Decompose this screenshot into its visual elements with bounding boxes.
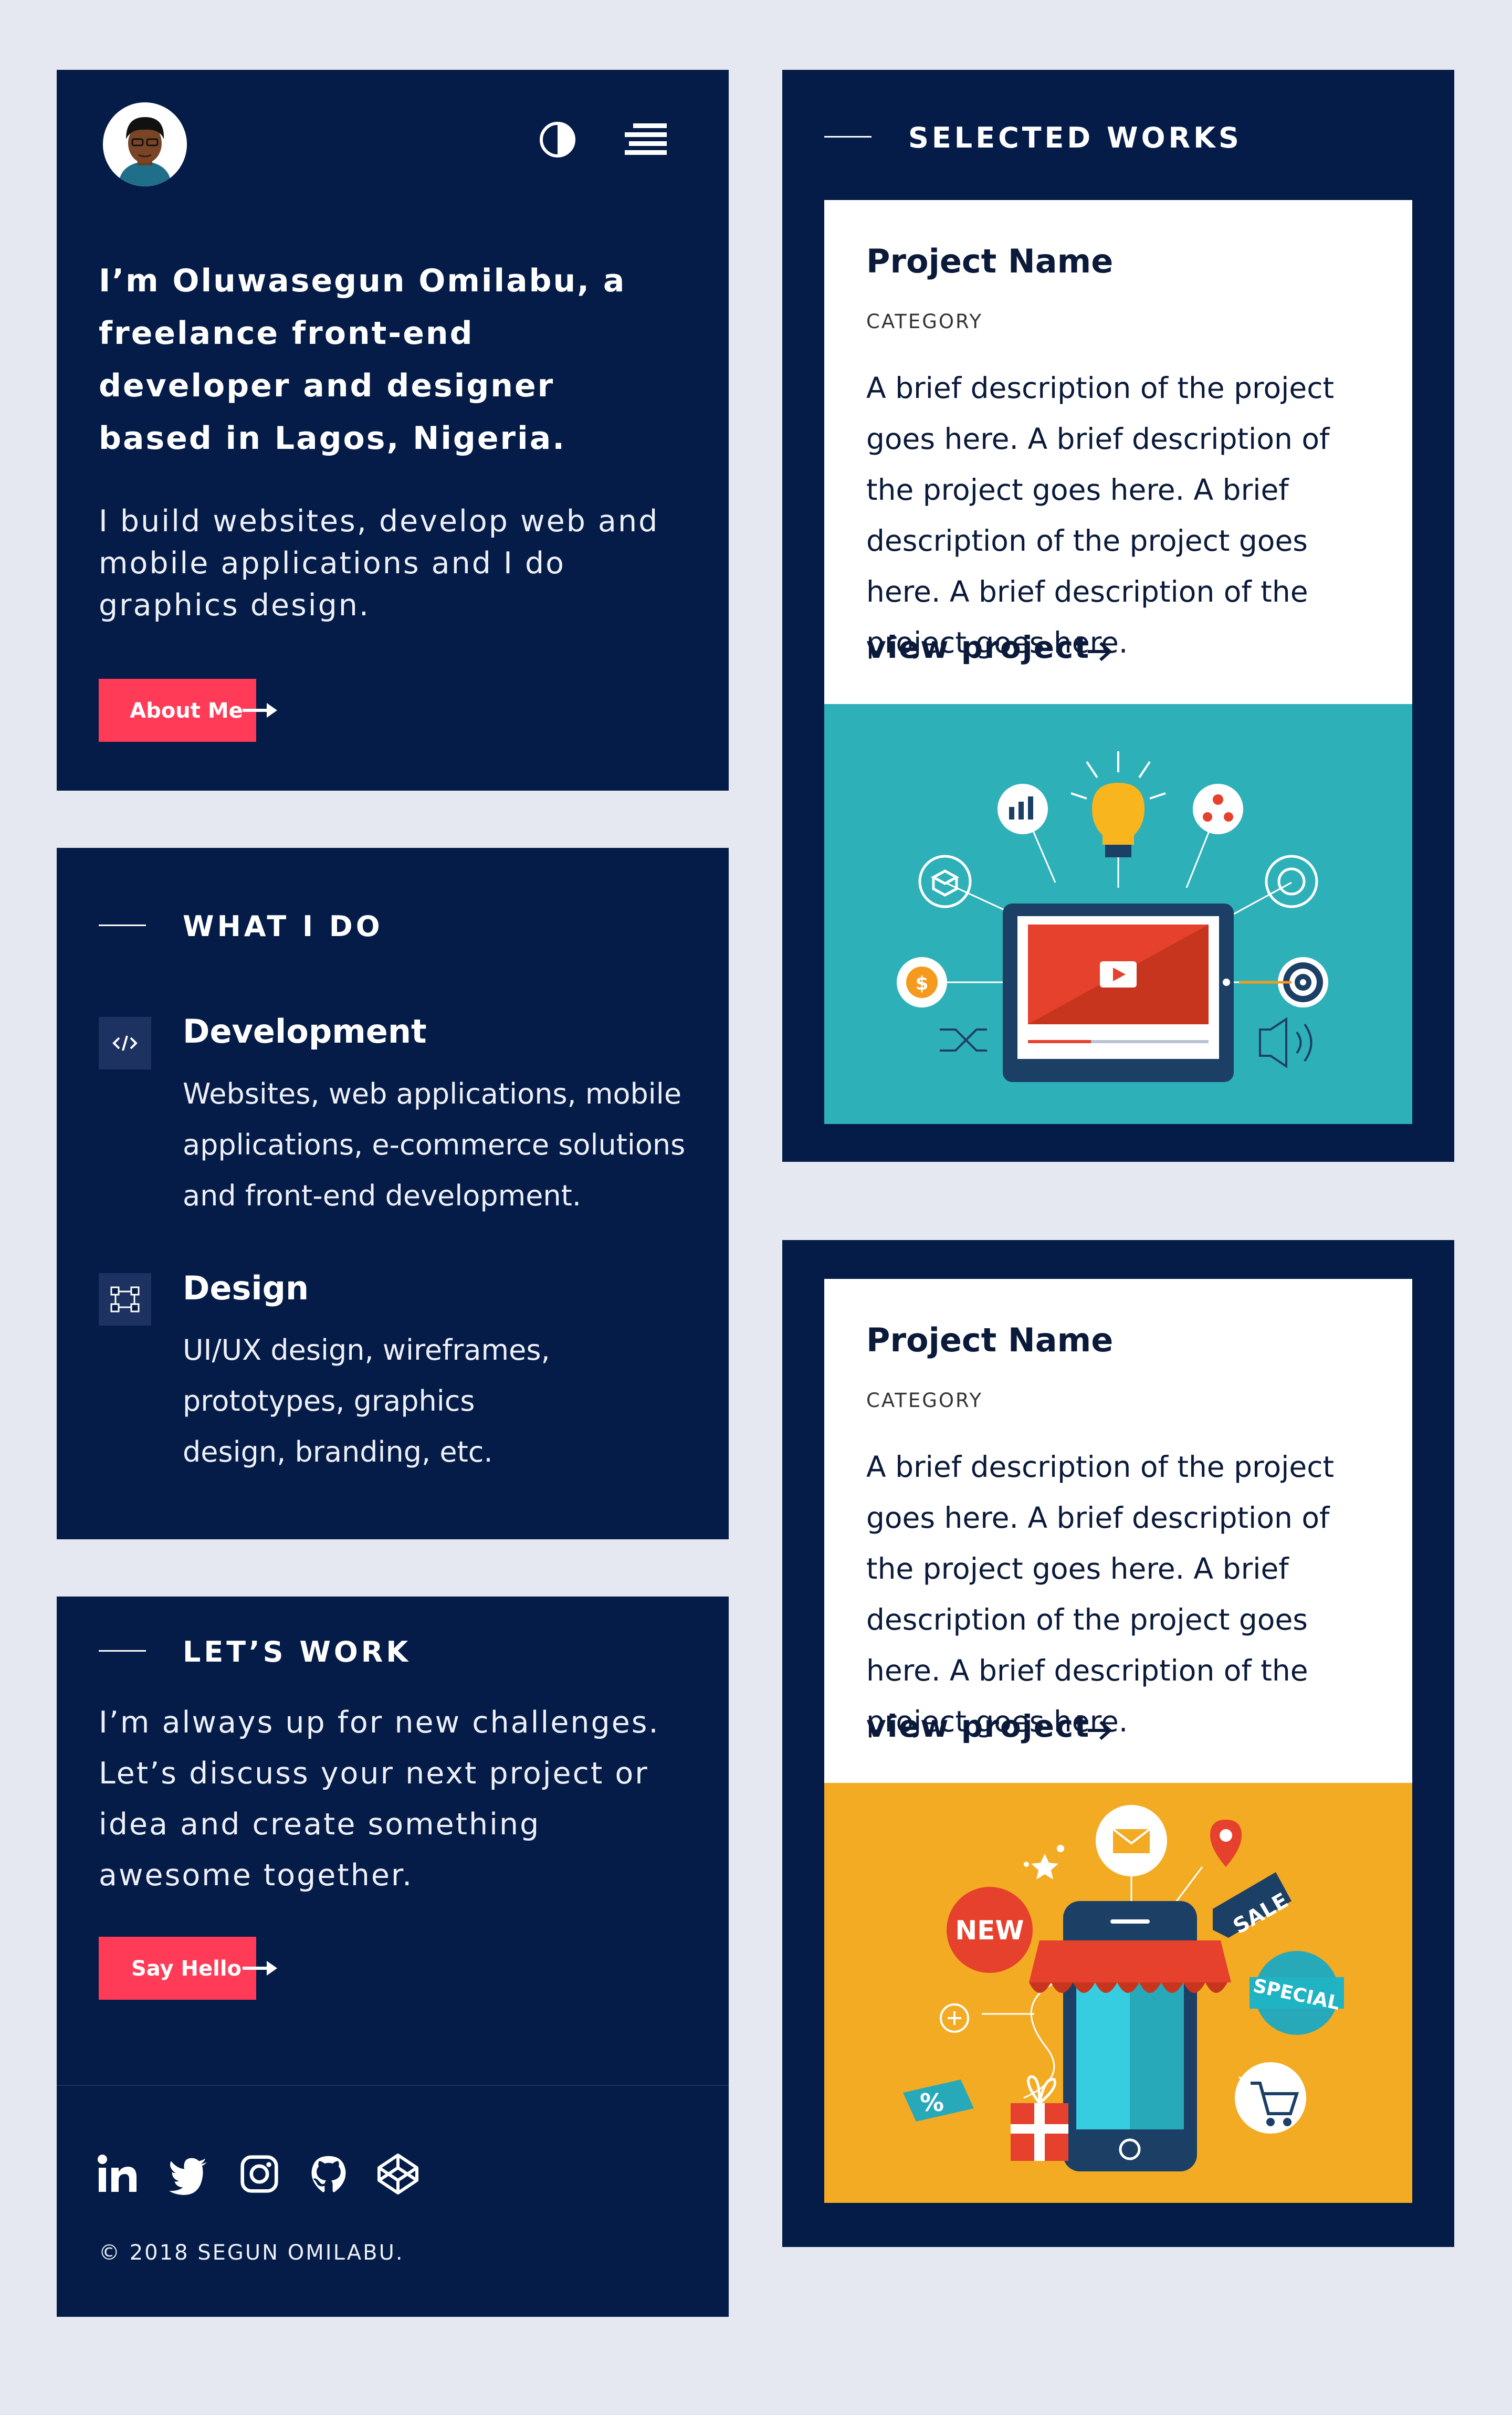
contrast-toggle-icon[interactable]	[539, 121, 576, 159]
section-title: SELECTED WORKS	[908, 121, 1242, 154]
lets-work-text: I’m always up for new challenges. Let’s …	[99, 1705, 660, 1893]
avatar[interactable]	[103, 102, 187, 186]
say-hello-label: Say Hello	[131, 1957, 242, 1981]
section-title: WHAT I DO	[183, 910, 383, 943]
twitter-icon[interactable]	[168, 2153, 208, 2195]
code-icon	[99, 1017, 151, 1069]
section-title: LET’S WORK	[183, 1635, 412, 1668]
say-hello-button[interactable]: Say Hello	[99, 1937, 256, 2000]
svg-text:$: $	[915, 973, 928, 994]
section-rule	[99, 925, 146, 926]
service-description-development: Websites, web applications, mobile appli…	[183, 1077, 686, 1212]
intro-text: I build websites, develop web and mobile…	[99, 504, 659, 623]
project-card: Project Name CATEGORY A brief descriptio…	[824, 200, 1412, 1124]
digital-marketing-illustration: $	[824, 704, 1412, 1124]
lets-work-panel: LET’S WORK I’m always up for new challen…	[57, 1597, 729, 2317]
github-icon[interactable]	[309, 2153, 349, 2195]
what-i-do-panel: WHAT I DO Development Websites, web appl…	[57, 848, 729, 1539]
menu-icon[interactable]	[625, 122, 667, 156]
codepen-icon[interactable]	[377, 2153, 419, 2195]
instagram-icon[interactable]	[239, 2153, 279, 2195]
service-description-design: UI/UX design, wireframes, prototypes, gr…	[183, 1334, 550, 1468]
selected-works-panel-2: Project Name CATEGORY A brief descriptio…	[782, 1240, 1454, 2247]
service-title-development: Development	[183, 1012, 427, 1051]
copyright-text: © 2018 SEGUN OMILABU.	[99, 2241, 404, 2265]
arrow-right-icon[interactable]	[1087, 640, 1113, 663]
project-description: A brief description of the project goes …	[866, 371, 1335, 659]
project-name: Project Name	[866, 1321, 1114, 1359]
svg-text:%: %	[920, 2088, 944, 2117]
arrow-right-icon[interactable]	[1087, 1719, 1113, 1742]
project-description: A brief description of the project goes …	[866, 1450, 1335, 1738]
ecommerce-illustration: NEW SALE SPECIAL %	[824, 1783, 1412, 2203]
vector-design-icon	[99, 1273, 151, 1326]
svg-text:NEW: NEW	[955, 1915, 1024, 1946]
view-project-link[interactable]: view project	[866, 1708, 1090, 1744]
about-me-button[interactable]: About Me	[99, 679, 256, 742]
arrow-right-icon	[243, 703, 277, 718]
section-rule	[824, 136, 872, 138]
view-project-link[interactable]: view project	[866, 629, 1090, 665]
arrow-right-icon	[243, 1961, 277, 1976]
about-me-label: About Me	[130, 699, 243, 723]
footer-divider	[57, 2085, 729, 2086]
linkedin-icon[interactable]	[98, 2153, 138, 2195]
service-title-design: Design	[183, 1269, 309, 1307]
project-category: CATEGORY	[866, 310, 983, 333]
project-name: Project Name	[866, 242, 1114, 280]
intro-panel: I’m Oluwasegun Omilabu, a freelance fron…	[57, 70, 729, 791]
selected-works-panel: SELECTED WORKS Project Name CATEGORY A b…	[782, 70, 1454, 1162]
intro-heading: I’m Oluwasegun Omilabu, a freelance fron…	[99, 262, 626, 457]
project-category: CATEGORY	[866, 1389, 983, 1412]
project-card: Project Name CATEGORY A brief descriptio…	[824, 1279, 1412, 2203]
section-rule	[99, 1650, 146, 1652]
